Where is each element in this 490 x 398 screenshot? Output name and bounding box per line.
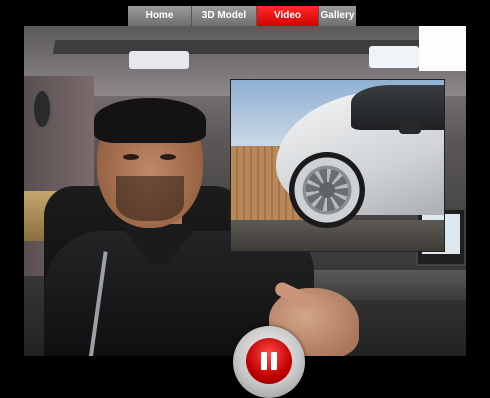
person-beard (116, 176, 184, 221)
person-eye (160, 154, 176, 160)
video-overlay[interactable] (230, 79, 445, 252)
wall-clock (32, 89, 52, 129)
pause-button[interactable] (233, 326, 305, 398)
pause-bar-left (261, 352, 267, 370)
nav-gallery[interactable]: Gallery (319, 6, 356, 26)
main-navigation: Home 3D Model Video Gallery (128, 6, 356, 26)
pause-bar-right (271, 352, 277, 370)
person-hair (94, 98, 206, 143)
car-wheel-hub (319, 182, 335, 198)
car-window (351, 85, 444, 130)
person-eye (123, 154, 139, 160)
car-mirror (399, 120, 421, 134)
ceiling-light (369, 46, 419, 68)
nav-video[interactable]: Video (257, 6, 319, 26)
nav-home[interactable]: Home (128, 6, 192, 26)
window-light (419, 26, 466, 71)
top-bar: Home 3D Model Video Gallery (0, 0, 490, 26)
ceiling-light (129, 51, 189, 69)
pause-icon (246, 338, 292, 384)
nav-3d-model[interactable]: 3D Model (192, 6, 257, 26)
